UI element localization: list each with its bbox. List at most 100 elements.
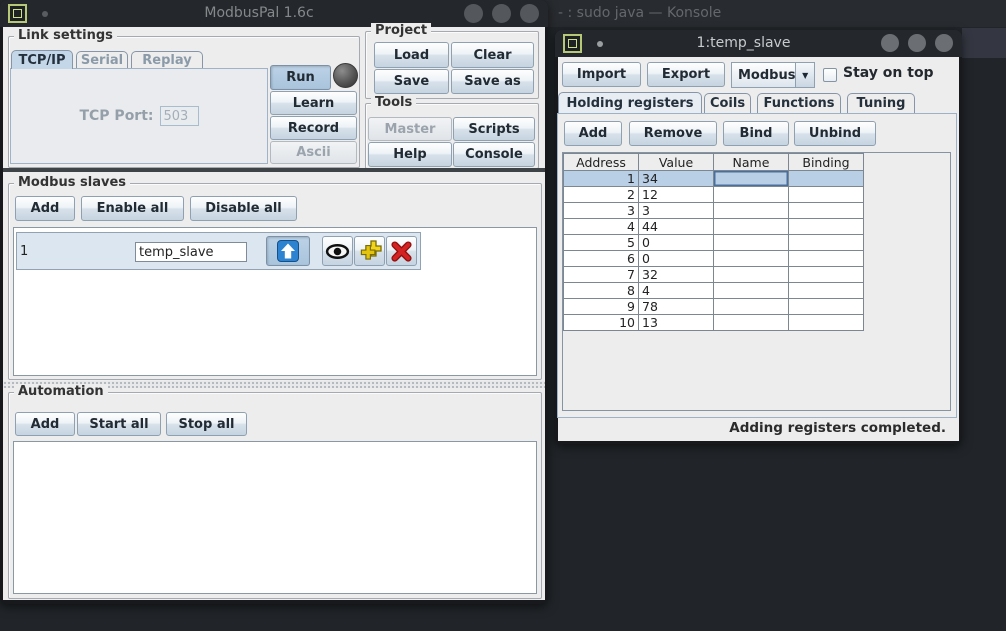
save-as-button[interactable]: Save as <box>451 69 534 94</box>
register-row[interactable]: 6 0 <box>564 251 864 267</box>
register-row[interactable]: 9 78 <box>564 299 864 315</box>
cell-binding[interactable] <box>789 219 864 235</box>
cell-name[interactable] <box>714 235 789 251</box>
column-header-name[interactable]: Name <box>714 154 789 171</box>
clear-button[interactable]: Clear <box>451 42 534 68</box>
cell-value[interactable]: 0 <box>639 251 714 267</box>
load-button[interactable]: Load <box>374 42 449 68</box>
add-automation-button[interactable]: Add <box>15 412 75 436</box>
cell-name[interactable] <box>714 251 789 267</box>
cell-name[interactable] <box>714 283 789 299</box>
slave-enabled-toggle[interactable] <box>266 236 310 266</box>
cell-binding[interactable] <box>789 267 864 283</box>
tab-tcpip[interactable]: TCP/IP <box>11 50 73 69</box>
disable-all-button[interactable]: Disable all <box>190 196 297 221</box>
register-row[interactable]: 5 0 <box>564 235 864 251</box>
window-button-close[interactable] <box>935 34 953 52</box>
duplicate-slave-button[interactable] <box>354 236 385 266</box>
cell-value[interactable]: 12 <box>639 187 714 203</box>
tab-serial[interactable]: Serial <box>76 51 128 69</box>
cell-name[interactable] <box>714 299 789 315</box>
register-row[interactable]: 4 44 <box>564 219 864 235</box>
window-button-close[interactable] <box>520 4 539 23</box>
cell-address[interactable]: 7 <box>564 267 639 283</box>
cell-address[interactable]: 9 <box>564 299 639 315</box>
tab-functions[interactable]: Functions <box>757 93 841 113</box>
cell-value[interactable]: 13 <box>639 315 714 331</box>
save-button[interactable]: Save <box>374 69 449 94</box>
cell-address[interactable]: 2 <box>564 187 639 203</box>
cell-value[interactable]: 32 <box>639 267 714 283</box>
cell-value[interactable]: 44 <box>639 219 714 235</box>
cell-value[interactable]: 34 <box>639 171 714 187</box>
console-button[interactable]: Console <box>453 142 535 167</box>
cell-name[interactable] <box>714 219 789 235</box>
register-row[interactable]: 8 4 <box>564 283 864 299</box>
window-button-minimize[interactable] <box>464 4 483 23</box>
add-slave-button[interactable]: Add <box>15 196 75 221</box>
window-button-maximize[interactable] <box>908 34 926 52</box>
cell-name[interactable] <box>714 171 789 187</box>
cell-binding[interactable] <box>789 251 864 267</box>
cell-address[interactable]: 6 <box>564 251 639 267</box>
protocol-combobox[interactable]: Modbus ▼ <box>731 62 815 88</box>
unbind-button[interactable]: Unbind <box>794 121 876 146</box>
cell-address[interactable]: 5 <box>564 235 639 251</box>
cell-address[interactable]: 3 <box>564 203 639 219</box>
import-button[interactable]: Import <box>562 62 641 87</box>
window-button-maximize[interactable] <box>492 4 511 23</box>
run-button[interactable]: Run <box>270 65 331 90</box>
combobox-arrow-button[interactable]: ▼ <box>795 62 815 88</box>
column-header-value[interactable]: Value <box>639 154 714 171</box>
cell-value[interactable]: 0 <box>639 235 714 251</box>
show-slave-button[interactable] <box>322 236 353 266</box>
cell-value[interactable]: 3 <box>639 203 714 219</box>
tab-tuning[interactable]: Tuning <box>847 93 915 113</box>
cell-binding[interactable] <box>789 203 864 219</box>
remove-register-button[interactable]: Remove <box>629 121 717 146</box>
scripts-button[interactable]: Scripts <box>453 117 535 141</box>
tab-coils[interactable]: Coils <box>704 93 751 113</box>
add-register-button[interactable]: Add <box>564 121 622 146</box>
cell-name[interactable] <box>714 187 789 203</box>
learn-button[interactable]: Learn <box>270 91 357 115</box>
tab-holding-registers[interactable]: Holding registers <box>558 92 702 113</box>
register-row[interactable]: 1 34 <box>564 171 864 187</box>
window-button-minimize[interactable] <box>881 34 899 52</box>
record-button[interactable]: Record <box>270 116 357 140</box>
column-header-address[interactable]: Address <box>564 154 639 171</box>
column-header-binding[interactable]: Binding <box>789 154 864 171</box>
cell-name[interactable] <box>714 315 789 331</box>
stop-all-button[interactable]: Stop all <box>166 412 247 436</box>
cell-binding[interactable] <box>789 171 864 187</box>
enable-all-button[interactable]: Enable all <box>81 196 184 221</box>
cell-name[interactable] <box>714 267 789 283</box>
register-row[interactable]: 7 32 <box>564 267 864 283</box>
register-row[interactable]: 3 3 <box>564 203 864 219</box>
cell-binding[interactable] <box>789 235 864 251</box>
cell-address[interactable]: 8 <box>564 283 639 299</box>
modbuspal-titlebar[interactable]: ModbusPal 1.6c <box>0 0 548 27</box>
tcp-port-field[interactable] <box>160 106 199 126</box>
register-row[interactable]: 2 12 <box>564 187 864 203</box>
slave-editor-titlebar[interactable]: 1:temp_slave <box>555 30 962 57</box>
cell-binding[interactable] <box>789 283 864 299</box>
cell-value[interactable]: 78 <box>639 299 714 315</box>
cell-address[interactable]: 10 <box>564 315 639 331</box>
help-button[interactable]: Help <box>368 142 452 167</box>
export-button[interactable]: Export <box>647 62 725 87</box>
cell-name[interactable] <box>714 203 789 219</box>
cell-binding[interactable] <box>789 187 864 203</box>
cell-address[interactable]: 1 <box>564 171 639 187</box>
tab-replay[interactable]: Replay <box>131 51 203 69</box>
start-all-button[interactable]: Start all <box>77 412 161 436</box>
stay-on-top-checkbox[interactable] <box>823 68 837 82</box>
delete-slave-button[interactable] <box>386 236 417 266</box>
cell-address[interactable]: 4 <box>564 219 639 235</box>
register-row[interactable]: 10 13 <box>564 315 864 331</box>
cell-binding[interactable] <box>789 315 864 331</box>
cell-binding[interactable] <box>789 299 864 315</box>
cell-value[interactable]: 4 <box>639 283 714 299</box>
bind-button[interactable]: Bind <box>723 121 789 146</box>
slave-name-field[interactable] <box>135 242 247 262</box>
